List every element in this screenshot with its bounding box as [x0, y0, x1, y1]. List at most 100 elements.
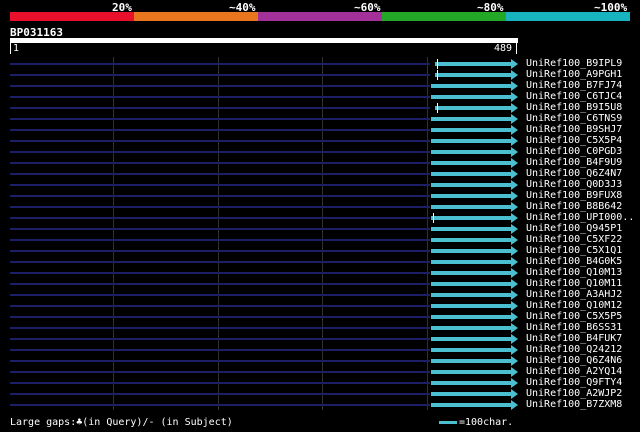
hit-alignment-bar[interactable]	[431, 183, 511, 187]
hit-arrow-icon	[511, 180, 518, 190]
gap-marker	[433, 213, 434, 223]
hit-track	[10, 272, 430, 274]
hit-arrow-icon	[511, 290, 518, 300]
hit-track	[10, 305, 430, 307]
legend-swatch	[439, 420, 457, 424]
hit-alignment-bar[interactable]	[431, 216, 511, 220]
hit-arrow-icon	[511, 334, 518, 344]
hit-arrow-icon	[511, 147, 518, 157]
hit-track	[10, 63, 430, 65]
scale-segment-80	[382, 12, 506, 21]
hit-track	[10, 338, 430, 340]
hit-arrow-icon	[511, 301, 518, 311]
hit-alignment-bar[interactable]	[431, 359, 511, 363]
hit-alignment-bar[interactable]	[431, 304, 511, 308]
ruler-start-tick	[10, 42, 11, 54]
hit-track	[10, 96, 430, 98]
hit-alignment-bar[interactable]	[431, 172, 511, 176]
hit-track	[10, 349, 430, 351]
hit-track	[10, 140, 430, 142]
scale-segment-20	[10, 12, 134, 21]
hit-arrow-icon	[511, 235, 518, 245]
hit-alignment-bar[interactable]	[431, 128, 511, 132]
hit-track	[10, 184, 430, 186]
hit-track	[10, 118, 430, 120]
hit-arrow-icon	[511, 191, 518, 201]
hit-track	[10, 206, 430, 208]
hit-alignment-bar[interactable]	[431, 84, 511, 88]
ruler-end-tick	[516, 42, 517, 54]
hit-alignment-bar[interactable]	[431, 95, 511, 99]
hit-track	[10, 261, 430, 263]
hit-alignment-bar[interactable]	[431, 260, 511, 264]
hit-alignment-bar[interactable]	[435, 62, 511, 66]
hit-track	[10, 74, 430, 76]
scale-segment-60	[258, 12, 382, 21]
hit-arrow-icon	[511, 400, 518, 410]
hit-alignment-bar[interactable]	[431, 282, 511, 286]
hit-track	[10, 404, 430, 406]
hit-track	[10, 283, 430, 285]
hit-row[interactable]: UniRef100_B7ZXM8	[10, 399, 630, 411]
hit-alignment-bar[interactable]	[431, 117, 511, 121]
hit-alignment-bar[interactable]	[431, 293, 511, 297]
hit-track	[10, 294, 430, 296]
hit-arrow-icon	[511, 114, 518, 124]
hit-alignment-bar[interactable]	[431, 205, 511, 209]
hit-alignment-bar[interactable]	[435, 73, 511, 77]
hit-alignment-bar[interactable]	[431, 403, 511, 407]
hit-track	[10, 129, 430, 131]
hit-arrow-icon	[511, 257, 518, 267]
hit-alignment-bar[interactable]	[431, 315, 511, 319]
gap-marker	[437, 103, 438, 113]
hit-arrow-icon	[511, 169, 518, 179]
hit-arrow-icon	[511, 125, 518, 135]
hit-alignment-bar[interactable]	[431, 348, 511, 352]
hit-alignment-bar[interactable]	[431, 161, 511, 165]
legend-text: =100char.	[459, 417, 514, 428]
hit-arrow-icon	[511, 367, 518, 377]
hit-track	[10, 85, 430, 87]
hit-alignment-bar[interactable]	[431, 139, 511, 143]
identity-scale: 20% ~40% ~60% ~80% ~100%	[10, 0, 630, 24]
hit-alignment-bar[interactable]	[431, 238, 511, 242]
hit-track	[10, 360, 430, 362]
hit-track	[10, 250, 430, 252]
hit-alignment-bar[interactable]	[431, 381, 511, 385]
hit-alignment-bar[interactable]	[431, 370, 511, 374]
hit-track	[10, 382, 430, 384]
hit-alignment-bar[interactable]	[431, 271, 511, 275]
query-ruler: 1 489	[10, 42, 518, 56]
hit-arrow-icon	[511, 103, 518, 113]
hit-alignment-bar[interactable]	[431, 227, 511, 231]
scale-legend: =100char.	[439, 417, 513, 428]
hit-track	[10, 393, 430, 395]
scale-segment-40	[134, 12, 258, 21]
hit-arrow-icon	[511, 136, 518, 146]
hit-track	[10, 195, 430, 197]
hit-track	[10, 173, 430, 175]
gap-marker	[437, 59, 438, 69]
hit-arrow-icon	[511, 70, 518, 80]
hit-alignment-bar[interactable]	[431, 392, 511, 396]
hit-alignment-bar[interactable]	[431, 337, 511, 341]
scale-segment-100	[506, 12, 630, 21]
hit-name-link[interactable]: UniRef100_B7ZXM8	[526, 399, 622, 411]
hit-alignment-bar[interactable]	[431, 194, 511, 198]
hit-arrow-icon	[511, 213, 518, 223]
hit-arrow-icon	[511, 345, 518, 355]
gap-legend: Large gaps:♣(in Query)/- (in Subject)	[10, 417, 233, 428]
ruler-end-label: 489	[494, 43, 513, 54]
hit-alignment-bar[interactable]	[431, 150, 511, 154]
gap-marker	[437, 70, 438, 80]
hit-track	[10, 239, 430, 241]
hit-track	[10, 371, 430, 373]
hit-track	[10, 162, 430, 164]
hit-arrow-icon	[511, 312, 518, 322]
hit-alignment-bar[interactable]	[435, 106, 511, 110]
hit-arrow-icon	[511, 356, 518, 366]
hit-arrow-icon	[511, 81, 518, 91]
hit-alignment-bar[interactable]	[431, 326, 511, 330]
hit-track	[10, 316, 430, 318]
hit-alignment-bar[interactable]	[431, 249, 511, 253]
